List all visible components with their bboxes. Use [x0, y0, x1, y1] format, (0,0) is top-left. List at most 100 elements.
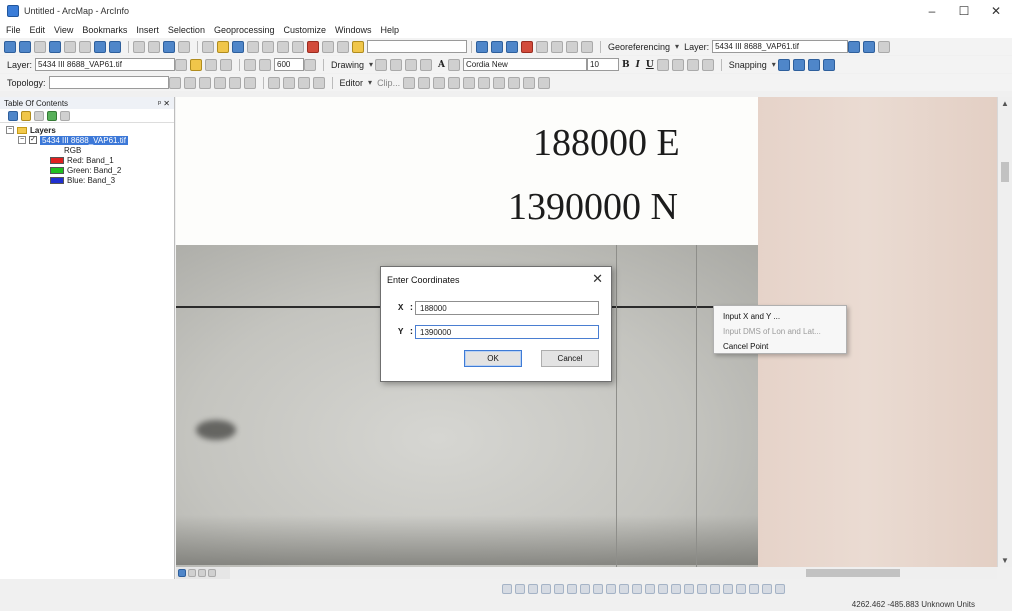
- data-view-icon[interactable]: [178, 569, 186, 577]
- flip-vertical-icon[interactable]: [723, 584, 733, 594]
- align-left-icon[interactable]: [502, 584, 512, 594]
- vertex-snapping-icon[interactable]: [807, 58, 820, 71]
- menu-windows[interactable]: Windows: [335, 25, 372, 35]
- font-size-select[interactable]: 10: [587, 58, 620, 71]
- pan-icon[interactable]: [34, 40, 46, 53]
- collapse-icon[interactable]: −: [18, 136, 26, 144]
- back-icon[interactable]: [94, 40, 106, 53]
- marker-color-icon[interactable]: [701, 58, 714, 71]
- end-snapping-icon[interactable]: [792, 58, 805, 71]
- editor-menu[interactable]: Editor: [340, 78, 364, 88]
- cancel-button[interactable]: Cancel: [541, 350, 599, 367]
- full-extent-icon[interactable]: [49, 40, 61, 53]
- menu-bookmarks[interactable]: Bookmarks: [82, 25, 127, 35]
- copy-icon[interactable]: [277, 40, 289, 53]
- scroll-down-icon[interactable]: ▼: [1001, 556, 1009, 565]
- validate-topology-icon[interactable]: [213, 76, 226, 89]
- menu-selection[interactable]: Selection: [168, 25, 205, 35]
- link-table-icon[interactable]: [878, 40, 891, 53]
- topology-select[interactable]: [48, 76, 169, 89]
- callout-icon[interactable]: [448, 58, 461, 71]
- align-center-icon[interactable]: [515, 584, 525, 594]
- rotate-left-icon[interactable]: [684, 584, 694, 594]
- x-coordinate-input[interactable]: [415, 301, 599, 315]
- spin-icon[interactable]: [304, 58, 317, 71]
- refresh-icon[interactable]: [198, 569, 206, 577]
- zoom-out-icon[interactable]: [19, 40, 31, 53]
- align-middle-icon[interactable]: [554, 584, 564, 594]
- list-by-source-icon[interactable]: [21, 110, 31, 121]
- redo-icon[interactable]: [337, 40, 349, 53]
- zoom-in-icon[interactable]: [4, 40, 16, 53]
- snapping-menu[interactable]: Snapping: [729, 60, 767, 70]
- brightness-icon[interactable]: [190, 58, 203, 71]
- line-color-icon[interactable]: [686, 58, 699, 71]
- reshape-icon[interactable]: [297, 76, 310, 89]
- layer-select[interactable]: 5434 III 8688_VAP61.tif: [35, 58, 176, 71]
- rotate-icon[interactable]: [848, 40, 861, 53]
- hyperlink-icon[interactable]: [178, 40, 190, 53]
- print-icon[interactable]: [247, 40, 259, 53]
- delete-icon[interactable]: [307, 40, 319, 53]
- new-document-icon[interactable]: [202, 40, 214, 53]
- snap-to-margins-icon[interactable]: [762, 584, 772, 594]
- menu-help[interactable]: Help: [381, 25, 400, 35]
- horizontal-scrollbar[interactable]: [230, 567, 997, 579]
- align-right-icon[interactable]: [528, 584, 538, 594]
- transparency-icon[interactable]: [205, 58, 218, 71]
- raster-layer-row[interactable]: − ✓ 5434 III 8688_VAP61.tif: [0, 135, 174, 145]
- close-icon[interactable]: ✕: [592, 271, 603, 287]
- identify-icon[interactable]: [163, 40, 175, 53]
- forward-icon[interactable]: [109, 40, 121, 53]
- flip-horizontal-icon[interactable]: [710, 584, 720, 594]
- cut-icon[interactable]: [262, 40, 274, 53]
- layer-visibility-checkbox[interactable]: ✓: [29, 136, 37, 144]
- contrast-icon[interactable]: [175, 58, 188, 71]
- construct-features-icon[interactable]: [267, 76, 280, 89]
- align-bottom-icon[interactable]: [567, 584, 577, 594]
- rotate-edit-icon[interactable]: [493, 76, 506, 89]
- layout-view-icon[interactable]: [188, 569, 196, 577]
- select-elements-icon[interactable]: [148, 40, 160, 53]
- minimize-button[interactable]: –: [916, 0, 948, 22]
- georef-layer-select[interactable]: 5434 III 8688_VAP61.tif: [712, 40, 849, 53]
- underline-button[interactable]: U: [646, 60, 654, 70]
- menu-insert[interactable]: Insert: [136, 25, 159, 35]
- edit-tool-icon[interactable]: [403, 76, 416, 89]
- fixed-zoom-in-icon[interactable]: [64, 40, 76, 53]
- catalog-icon[interactable]: [506, 40, 518, 53]
- open-icon[interactable]: [217, 40, 229, 53]
- align-top-icon[interactable]: [541, 584, 551, 594]
- fill-color-icon[interactable]: [671, 58, 684, 71]
- save-icon[interactable]: [232, 40, 244, 53]
- menu-customize[interactable]: Customize: [284, 25, 327, 35]
- send-to-back-icon[interactable]: [658, 584, 668, 594]
- scale-combo[interactable]: [367, 40, 467, 53]
- maximize-button[interactable]: ☐: [948, 0, 980, 22]
- rectangle-icon[interactable]: [420, 58, 433, 71]
- vertical-scrollbar[interactable]: ▲ ▼: [997, 97, 1012, 567]
- edge-snapping-icon[interactable]: [822, 58, 835, 71]
- new-text-button[interactable]: A: [438, 60, 445, 70]
- list-by-selection-icon[interactable]: [47, 110, 57, 121]
- georeferencing-menu[interactable]: Georeferencing: [608, 42, 670, 52]
- bring-to-front-icon[interactable]: [645, 584, 655, 594]
- scroll-up-icon[interactable]: ▲: [1001, 99, 1009, 108]
- menu-file[interactable]: File: [6, 25, 21, 35]
- raster-layer-name[interactable]: 5434 III 8688_VAP61.tif: [40, 135, 128, 145]
- point-snapping-icon[interactable]: [777, 58, 790, 71]
- distribute-vertical-icon[interactable]: [593, 584, 603, 594]
- edit-annotation-icon[interactable]: [418, 76, 431, 89]
- layers-row[interactable]: − Layers: [0, 125, 174, 135]
- snap-to-grid-icon[interactable]: [749, 584, 759, 594]
- menu-edit[interactable]: Edit: [30, 25, 46, 35]
- ok-button[interactable]: OK: [464, 350, 522, 367]
- group-icon[interactable]: [619, 584, 629, 594]
- toc-options-icon[interactable]: [60, 110, 70, 121]
- horizontal-scroll-thumb[interactable]: [806, 569, 900, 577]
- search-window-icon[interactable]: [521, 40, 533, 53]
- list-by-drawing-order-icon[interactable]: [8, 110, 18, 121]
- bold-button[interactable]: B: [622, 60, 630, 70]
- planarize-icon[interactable]: [282, 76, 295, 89]
- ungroup-icon[interactable]: [632, 584, 642, 594]
